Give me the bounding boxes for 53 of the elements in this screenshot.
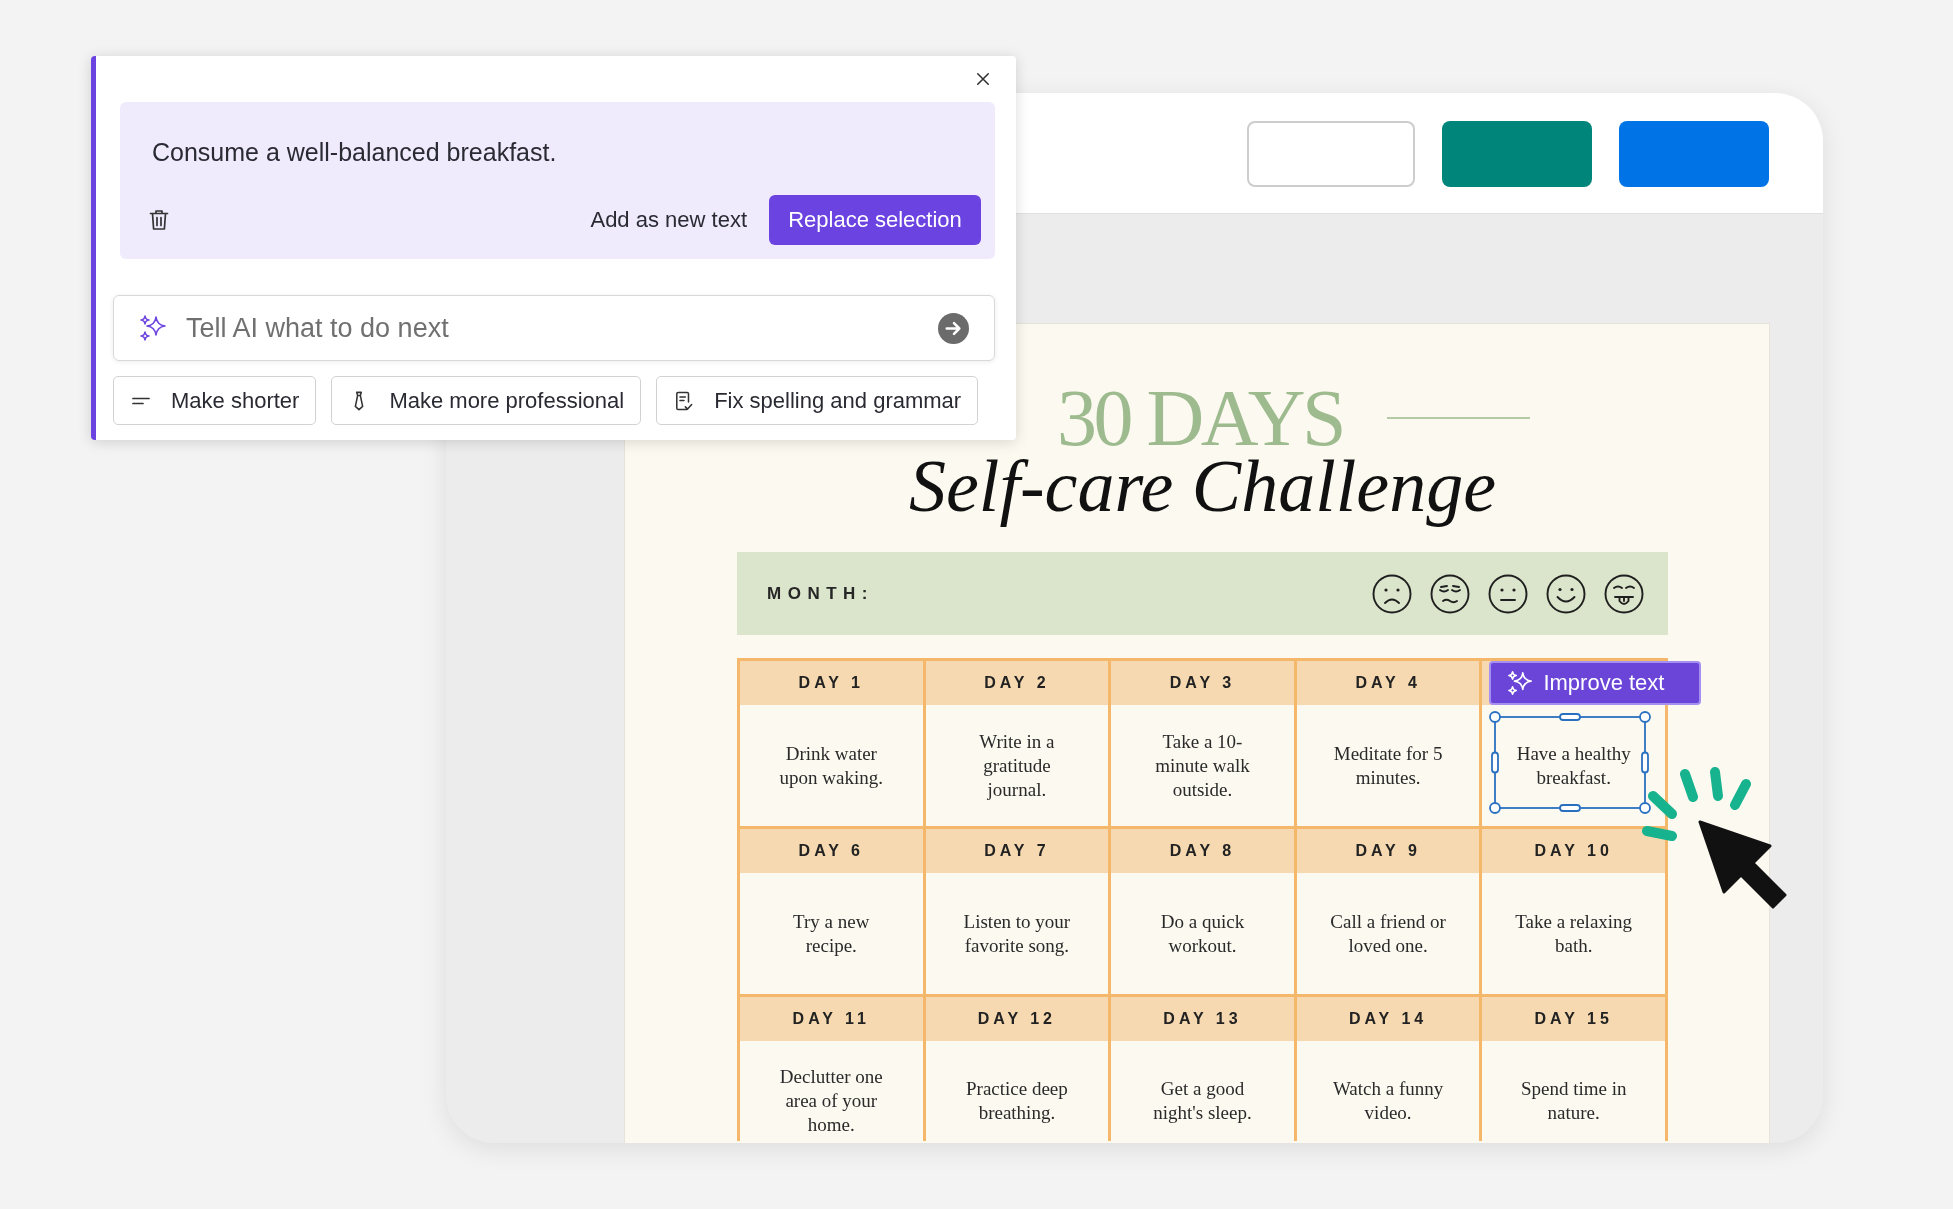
task-cell[interactable]: Practice deep breathing. [925, 1041, 1109, 1141]
task-cell[interactable]: Take a relaxing bath. [1482, 873, 1665, 994]
task-cell[interactable]: Do a quick workout. [1111, 873, 1294, 994]
smiling-face-icon [1546, 573, 1586, 614]
prompt-input[interactable]: Tell AI what to do next [186, 308, 919, 348]
task-cell[interactable]: Write in a gratitude journal. [925, 705, 1109, 826]
task-cell[interactable]: Meditate for 5 minutes. [1296, 705, 1480, 826]
quick-action-button[interactable]: Make shorter [113, 376, 317, 425]
day-header: DAY 14 [1296, 997, 1480, 1041]
suggestion-text: Consume a well-balanced breakfast. [152, 137, 558, 167]
unamused-face-icon [1430, 573, 1470, 614]
arrow-circle-icon[interactable] [938, 312, 969, 344]
tongue-out-face-icon [1604, 573, 1644, 614]
day-header: DAY 7 [925, 829, 1109, 873]
sad-face-icon [1372, 573, 1412, 614]
click-burst-icon [1640, 766, 1752, 842]
add-as-new-text-button[interactable]: Add as new text [590, 207, 747, 233]
document-kicker: 30 DAYS [1057, 378, 1343, 458]
task-cell[interactable]: Have a healthy breakfast. [1482, 705, 1665, 826]
trash-icon[interactable] [149, 209, 169, 231]
task-cell[interactable]: Declutter one area of your home. [740, 1041, 923, 1141]
task-cell[interactable]: Take a 10-minute walk outside. [1111, 705, 1294, 826]
day-header: DAY 12 [925, 997, 1109, 1041]
task-cell[interactable]: Listen to your favorite song. [925, 873, 1109, 994]
selection-frame[interactable] [1489, 711, 1652, 814]
task-cell[interactable]: Try a new recipe. [740, 873, 923, 994]
sparkle-icon [1507, 670, 1534, 696]
day-header: DAY 4 [1296, 661, 1480, 705]
day-header: DAY 11 [740, 997, 923, 1041]
prompt-field[interactable]: Tell AI what to do next [113, 295, 995, 361]
quick-action-button[interactable]: Fix spelling and grammar [656, 376, 979, 425]
day-header: DAY 8 [1111, 829, 1294, 873]
replace-selection-button[interactable]: Replace selection [769, 195, 981, 245]
day-header: DAY 2 [925, 661, 1109, 705]
document-check-icon [675, 390, 694, 411]
day-header: DAY 6 [740, 829, 923, 873]
task-cell[interactable]: Call a friend or loved one. [1296, 873, 1480, 994]
day-header: DAY 3 [1111, 661, 1294, 705]
day-header: DAY 10 [1482, 829, 1665, 873]
neutral-face-icon [1488, 573, 1528, 614]
task-cell[interactable]: Watch a funny video. [1296, 1041, 1480, 1141]
task-cell[interactable]: Spend time in nature. [1482, 1041, 1665, 1141]
task-cell[interactable]: Get a good night's sleep. [1111, 1041, 1294, 1141]
quick-action-button[interactable]: Make more professional [331, 376, 642, 425]
close-icon[interactable] [976, 72, 990, 86]
day-header: DAY 1 [740, 661, 923, 705]
improve-text-button[interactable]: Improve text [1489, 661, 1702, 705]
sparkle-icon [139, 314, 167, 342]
day-header: DAY 15 [1482, 997, 1665, 1041]
month-label: MONTH: [767, 583, 874, 604]
day-header: DAY 13 [1111, 997, 1294, 1041]
day-header: DAY 9 [1296, 829, 1480, 873]
task-cell[interactable]: Drink water upon waking. [740, 705, 923, 826]
